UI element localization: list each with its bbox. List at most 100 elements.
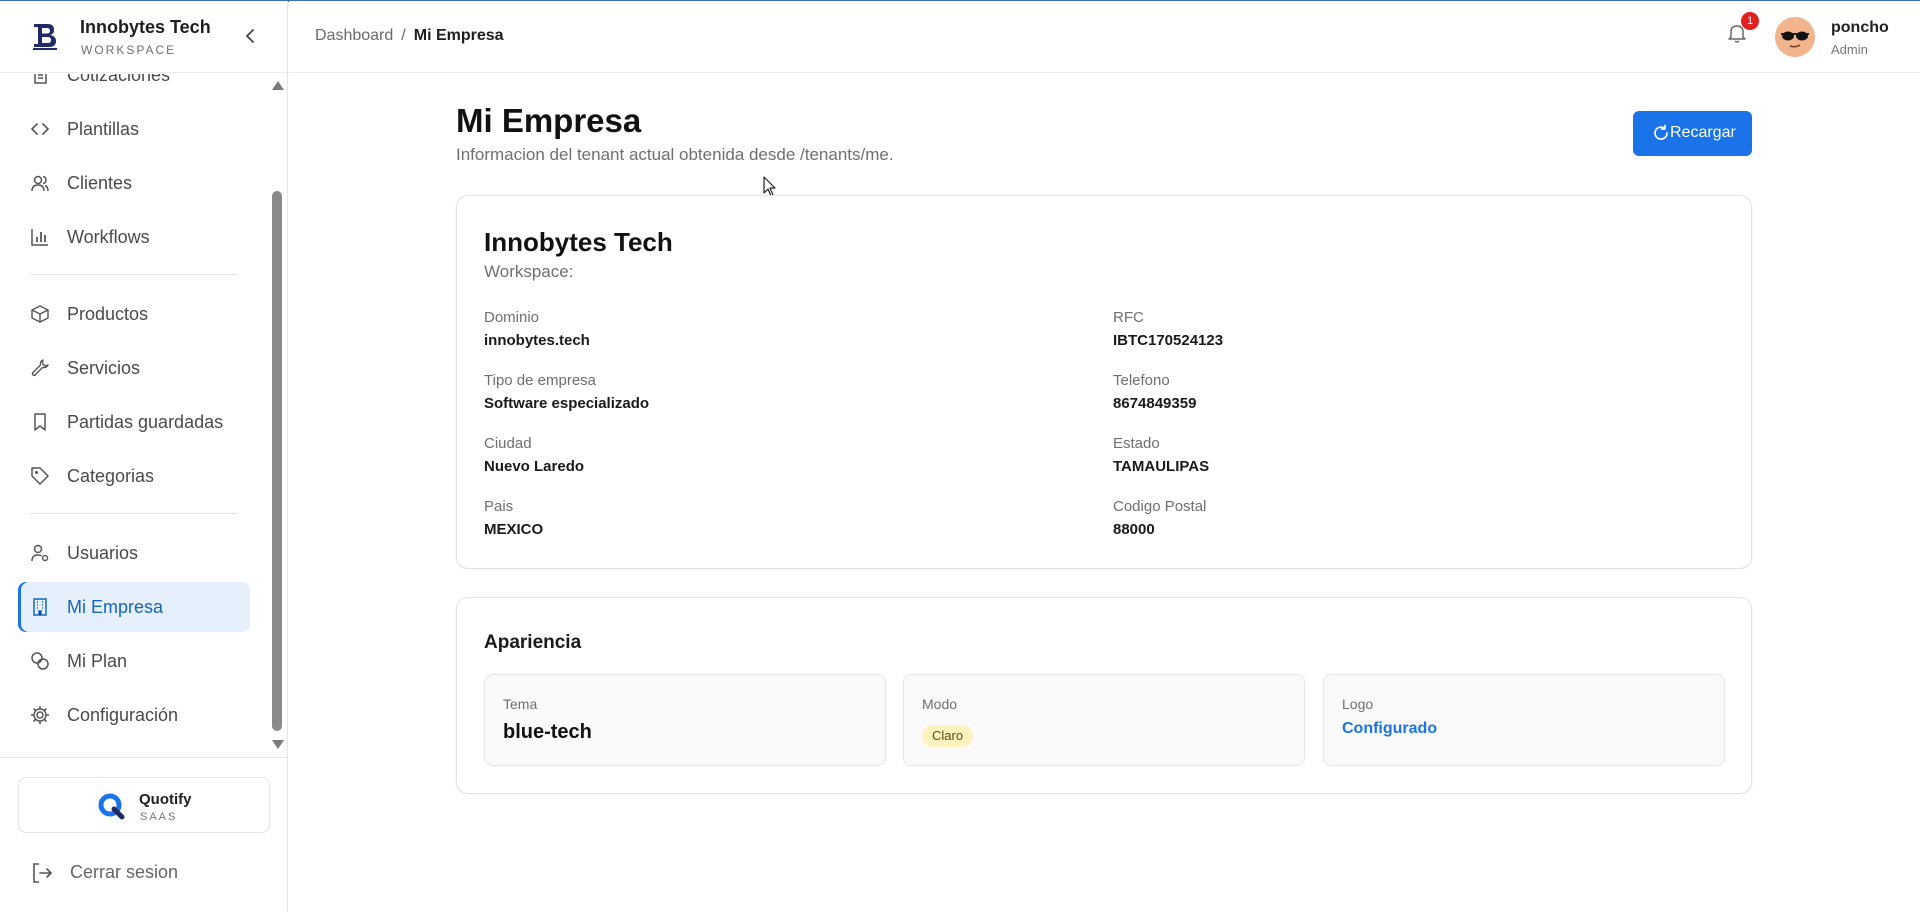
mode-tile: Modo Claro (903, 674, 1305, 766)
sidebar-item-mi-plan[interactable]: Mi Plan (18, 636, 250, 686)
breadcrumb: Dashboard / Mi Empresa (315, 27, 504, 45)
company-workspace: Workspace: (484, 262, 574, 281)
logout-button[interactable]: Cerrar sesion (18, 853, 270, 893)
appearance-title: Apariencia (484, 632, 582, 653)
collapse-sidebar-chevron-left-icon[interactable] (240, 25, 262, 47)
sidebar: Innobytes Tech WORKSPACE Cotizaciones Pl… (0, 1, 288, 912)
avatar-sunglasses-face-icon (1775, 17, 1815, 57)
package-icon (31, 305, 49, 323)
building-icon (33, 598, 47, 616)
sidebar-item-label: Usuarios (67, 543, 139, 563)
scroll-down-arrow-icon[interactable] (272, 740, 284, 749)
field-label-tipo-empresa: Tipo de empresa (484, 372, 597, 389)
reload-label: Recargar (1670, 124, 1736, 141)
logout-label: Cerrar sesion (70, 862, 179, 882)
field-label-ciudad: Ciudad (484, 435, 532, 452)
logout-icon (33, 863, 52, 883)
sidebar-item-categorias[interactable]: Categorias (18, 451, 250, 501)
page-title: Mi Empresa (456, 102, 642, 139)
company-info-card: Innobytes Tech Workspace: Dominio innoby… (456, 195, 1752, 569)
company-name: Innobytes Tech (484, 227, 673, 257)
field-value-ciudad: Nuevo Laredo (484, 458, 585, 475)
coins-icon (31, 652, 49, 670)
sidebar-item-label: Mi Plan (67, 651, 128, 671)
breadcrumb-current: Mi Empresa (413, 27, 504, 44)
user-cog-icon (31, 544, 49, 562)
field-value-codigo-postal: 88000 (1113, 521, 1155, 538)
sidebar-item-label: Configuración (67, 705, 179, 725)
breadcrumb-separator: / (401, 27, 406, 44)
sidebar-item-label: Workflows (67, 227, 150, 247)
logo-tile: Logo Configurado (1323, 674, 1725, 766)
sidebar-item-clientes[interactable]: Clientes (18, 158, 250, 208)
product-badge: Quotify SAAS (18, 777, 270, 833)
sidebar-divider (30, 513, 238, 514)
sidebar-item-label: Plantillas (67, 119, 140, 139)
field-value-pais: MEXICO (484, 521, 544, 538)
gear-icon (30, 705, 50, 725)
brand-header: Innobytes Tech WORKSPACE (0, 1, 288, 73)
field-label-codigo-postal: Codigo Postal (1113, 498, 1207, 515)
brand-subtitle: WORKSPACE (81, 43, 177, 57)
sidebar-item-usuarios[interactable]: Usuarios (18, 528, 250, 578)
theme-value: blue-tech (503, 721, 592, 743)
code-icon (31, 123, 49, 135)
field-label-dominio: Dominio (484, 309, 540, 326)
sidebar-item-configuracion[interactable]: Configuración (18, 690, 250, 740)
mode-badge: Claro (922, 725, 974, 747)
brand-name: Innobytes Tech (80, 17, 211, 37)
field-value-dominio: innobytes.tech (484, 332, 590, 349)
field-label-estado: Estado (1113, 435, 1160, 452)
tag-icon (31, 467, 49, 485)
field-label-rfc: RFC (1113, 309, 1144, 326)
reload-button[interactable]: Recargar (1633, 111, 1752, 156)
sidebar-item-label: Categorias (67, 466, 155, 486)
avatar[interactable] (1775, 17, 1815, 57)
logo-configured-link[interactable]: Configurado (1342, 720, 1437, 738)
logo-label: Logo (1342, 696, 1374, 712)
theme-label: Tema (503, 696, 538, 712)
brand-logo-icon (33, 24, 57, 50)
user-role: Admin (1831, 42, 1868, 57)
sidebar-item-label: Clientes (67, 173, 133, 193)
field-value-estado: TAMAULIPAS (1113, 458, 1210, 475)
breadcrumb-dashboard-link[interactable]: Dashboard (315, 27, 393, 44)
sidebar-item-label: Mi Empresa (67, 597, 164, 617)
bar-chart-icon (31, 229, 48, 246)
field-label-telefono: Telefono (1113, 372, 1170, 389)
sidebar-item-plantillas[interactable]: Plantillas (18, 104, 250, 154)
field-value-rfc: IBTC170524123 (1113, 332, 1224, 349)
sidebar-item-partidas-guardadas[interactable]: Partidas guardadas (18, 397, 250, 447)
sidebar-scrollbar[interactable] (270, 75, 284, 755)
sidebar-item-label: Partidas guardadas (67, 412, 224, 432)
scroll-up-arrow-icon[interactable] (272, 81, 284, 90)
notifications-count-badge: 1 (1741, 12, 1759, 30)
scrollbar-thumb[interactable] (272, 191, 282, 731)
wrench-icon (31, 359, 49, 377)
mode-label: Modo (922, 696, 958, 712)
bookmark-icon (34, 413, 46, 431)
field-label-pais: Pais (484, 498, 514, 515)
appearance-card: Apariencia Tema blue-tech Modo Claro Log… (456, 597, 1752, 794)
sidebar-item-servicios[interactable]: Servicios (18, 343, 250, 393)
top-header: Dashboard / Mi Empresa 1 poncho Admin (289, 1, 1920, 73)
product-subtitle: SAAS (140, 811, 178, 823)
sidebar-item-workflows[interactable]: Workflows (18, 212, 250, 262)
product-name: Quotify (139, 791, 192, 808)
sidebar-item-cotizaciones[interactable]: Cotizaciones (18, 74, 250, 100)
sidebar-item-label: Servicios (67, 358, 141, 378)
field-value-telefono: 8674849359 (1113, 395, 1197, 412)
user-name: poncho (1831, 19, 1889, 36)
sidebar-divider (30, 274, 238, 275)
field-value-tipo-empresa: Software especializado (484, 395, 650, 412)
sidebar-item-productos[interactable]: Productos (18, 289, 250, 339)
sidebar-item-label: Productos (67, 304, 149, 324)
sidebar-item-mi-empresa[interactable]: Mi Empresa (18, 582, 250, 632)
file-text-icon (34, 74, 47, 84)
page-subtitle: Informacion del tenant actual obtenida d… (456, 145, 894, 164)
theme-tile: Tema blue-tech (484, 674, 886, 766)
quotify-logo-icon (98, 793, 125, 820)
users-icon (31, 175, 49, 192)
sidebar-bottom-divider (0, 757, 288, 758)
sidebar-item-label: Cotizaciones (67, 74, 171, 85)
